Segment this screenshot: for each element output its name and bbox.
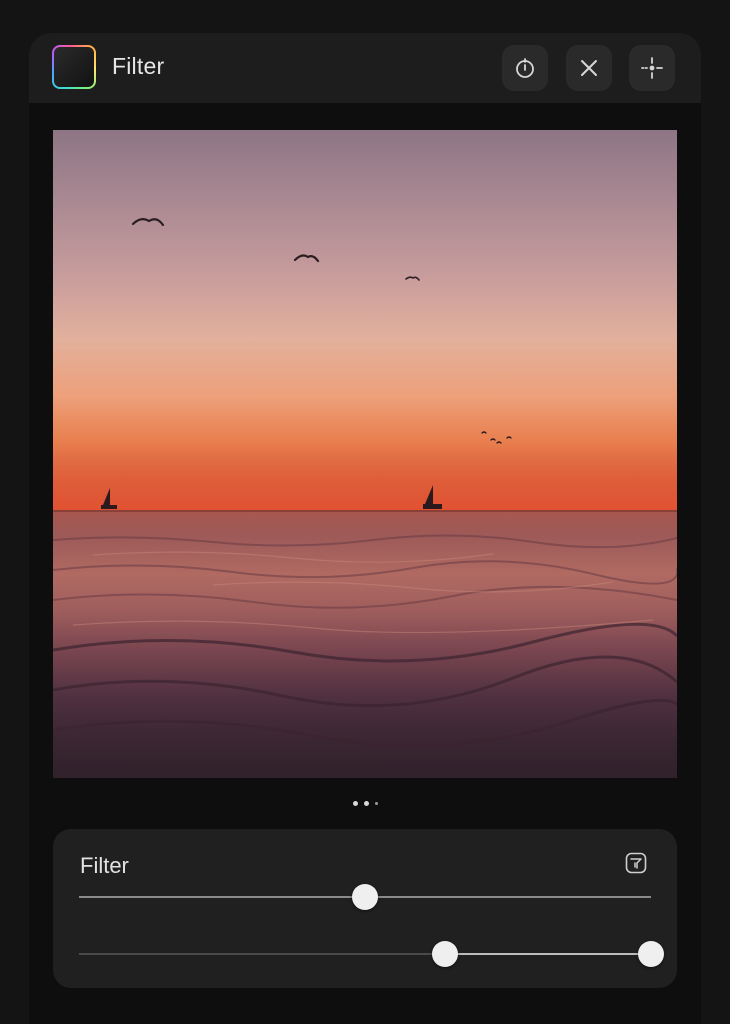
crosshair-button[interactable] <box>629 45 675 91</box>
page-dot[interactable] <box>363 800 369 806</box>
close-button[interactable] <box>566 45 612 91</box>
header-bar: Filter <box>29 33 701 103</box>
filter-icon[interactable] <box>625 852 647 874</box>
slider-thumb-low[interactable] <box>432 941 459 967</box>
slider-range-fill <box>445 953 651 955</box>
slider-thumb-high[interactable] <box>638 941 664 967</box>
filter-range-slider[interactable] <box>79 941 664 967</box>
slider-thumb[interactable] <box>352 884 378 910</box>
filter-window: Filter Filter <box>29 33 701 1024</box>
page-indicator[interactable] <box>29 798 701 808</box>
filter-intensity-slider[interactable] <box>79 884 651 910</box>
sunset-photo[interactable] <box>53 130 677 778</box>
app-logo-icon <box>52 45 96 89</box>
close-icon <box>581 60 597 76</box>
filter-panel: Filter <box>53 829 677 988</box>
photo-details <box>53 217 677 748</box>
app-title: Filter <box>112 53 165 79</box>
crosshair-icon <box>641 57 663 79</box>
filter-panel-title: Filter <box>80 853 129 878</box>
page-dot-active[interactable] <box>352 800 358 806</box>
timer-button[interactable] <box>502 45 548 91</box>
timer-icon <box>516 58 534 78</box>
page-dot[interactable] <box>374 801 378 805</box>
